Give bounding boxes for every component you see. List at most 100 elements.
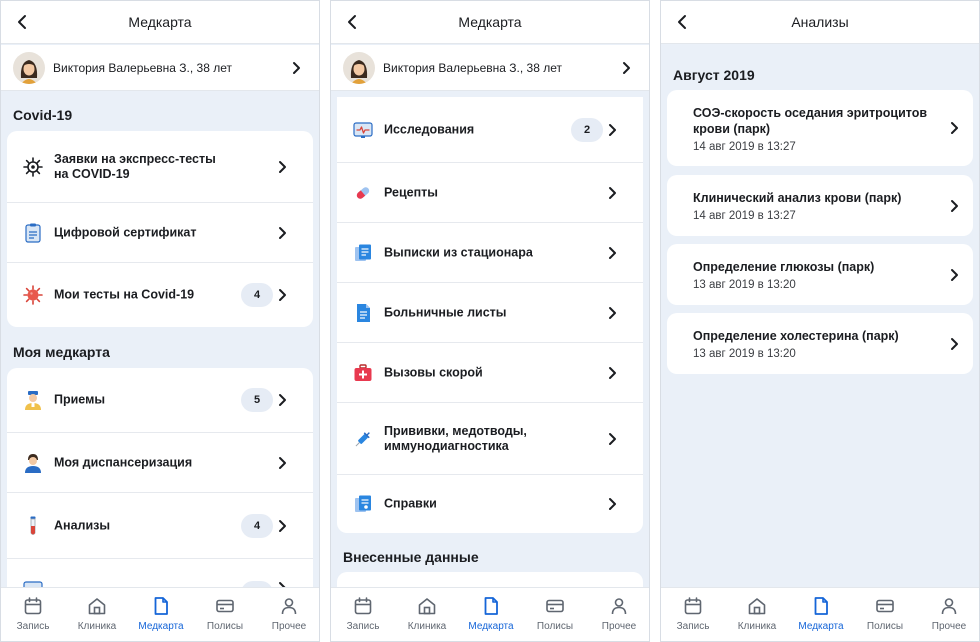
list-item-analyses[interactable]: Анализы 4: [7, 493, 313, 559]
person-icon: [281, 598, 297, 615]
clipboard-icon: [25, 223, 41, 243]
tab-label: Клиника: [407, 621, 447, 632]
tab-label: Запись: [16, 621, 50, 632]
first-aid-icon: [354, 363, 372, 381]
tab-label: Запись: [676, 621, 710, 632]
analysis-date: 14 авг 2019 в 13:27: [693, 141, 796, 153]
chevron-right-icon: [951, 122, 958, 134]
medcard-list-card: Исследования 2 Рецепты Выписки из стацио…: [337, 97, 643, 533]
tab-appointment[interactable]: Запись: [1, 588, 65, 641]
monitor-icon: [353, 121, 373, 138]
analysis-card-cholesterol[interactable]: Определение холестерина (парк) 13 авг 20…: [667, 313, 973, 374]
user-profile-row[interactable]: Виктория Валерьевна З., 38 лет: [1, 45, 319, 91]
list-item-discharge[interactable]: Выписки из стационара: [337, 223, 643, 283]
chevron-right-icon: [279, 160, 286, 173]
tab-policies[interactable]: Полисы: [853, 588, 917, 641]
virus-gear-icon: [23, 156, 43, 177]
screen-medcard-2: Медкарта Виктория Валерьевна З., 38 лет …: [330, 0, 650, 642]
list-item-label: Заявки на экспресс-тесты на COVID-19: [54, 151, 216, 181]
page-title: Медкарта: [128, 14, 192, 30]
list-item-label: Больничные листы: [384, 305, 507, 319]
tab-medcard[interactable]: Медкарта: [459, 588, 523, 641]
list-item-certificates[interactable]: Справки: [337, 475, 643, 533]
top-bar: Медкарта: [331, 1, 649, 44]
tab-other[interactable]: Прочее: [257, 588, 319, 641]
page-title: Анализы: [791, 14, 849, 30]
analysis-card-esr[interactable]: СОЭ-скорость оседания эритроцитов крови …: [667, 90, 973, 166]
analysis-date: 14 авг 2019 в 13:27: [693, 210, 796, 222]
tab-policies[interactable]: Полисы: [193, 588, 257, 641]
analysis-card-blood[interactable]: Клинический анализ крови (парк) 14 авг 2…: [667, 175, 973, 236]
list-item-label: Цифровой сертификат: [54, 225, 197, 239]
chevron-right-icon: [951, 199, 958, 212]
person-icon: [941, 598, 957, 615]
avatar: [343, 52, 375, 84]
chevron-right-icon: [279, 289, 286, 301]
chevron-right-icon: [279, 456, 286, 469]
chevron-right-icon: [279, 519, 286, 532]
list-item-vaccinations[interactable]: Прививки, медотводы, иммунодиагностика: [337, 403, 643, 475]
chevron-right-icon: [609, 306, 616, 319]
tab-bar: Запись Клиника Медкарта Полисы Прочее: [661, 587, 979, 641]
list-item-sick-leave[interactable]: Больничные листы: [337, 283, 643, 343]
list-item-express-tests[interactable]: Заявки на экспресс-тесты на COVID-19: [7, 131, 313, 203]
section-title-my-medcard: Моя медкарта: [13, 344, 110, 360]
tab-medcard[interactable]: Медкарта: [129, 588, 193, 641]
list-item-prescriptions[interactable]: Рецепты: [337, 163, 643, 223]
clinic-icon: [418, 598, 436, 615]
user-profile-row[interactable]: Виктория Валерьевна З., 38 лет: [331, 45, 649, 91]
syringe-icon: [355, 431, 370, 446]
analysis-title: Определение глюкозы (парк): [693, 260, 875, 274]
list-item-my-covid-tests[interactable]: Мои тесты на Covid-19 4: [7, 263, 313, 327]
tab-appointment[interactable]: Запись: [331, 588, 395, 641]
analysis-card-glucose[interactable]: Определение глюкозы (парк) 13 авг 2019 в…: [667, 244, 973, 305]
medcard-icon: [154, 597, 168, 615]
tab-clinic[interactable]: Клиника: [65, 588, 129, 641]
tab-label: Медкарта: [138, 621, 184, 632]
section-title-covid: Covid-19: [13, 107, 73, 123]
avatar: [13, 52, 45, 84]
tab-appointment[interactable]: Запись: [661, 588, 725, 641]
patient-icon: [25, 453, 41, 473]
chevron-right-icon: [609, 186, 616, 199]
tab-label: Прочее: [271, 621, 307, 632]
tab-label: Полисы: [536, 621, 574, 632]
tab-clinic[interactable]: Клиника: [395, 588, 459, 641]
list-item-appointments[interactable]: Приемы 5: [7, 368, 313, 433]
avatar-woman-icon: [350, 60, 368, 84]
chevron-right-icon: [623, 61, 630, 74]
section-title-entered-data: Внесенные данные: [343, 549, 479, 565]
tab-other[interactable]: Прочее: [917, 588, 979, 641]
tab-policies[interactable]: Полисы: [523, 588, 587, 641]
tab-label: Полисы: [206, 621, 244, 632]
chevron-right-icon: [609, 432, 616, 445]
count-badge: 4: [241, 283, 273, 307]
list-item-research[interactable]: Исследования 2: [337, 97, 643, 163]
pill-icon: [356, 186, 370, 199]
tab-label: Прочее: [931, 621, 967, 632]
list-item-label: Мои тесты на Covid-19: [54, 287, 195, 302]
list-item-label: Приемы: [54, 392, 106, 407]
tab-other[interactable]: Прочее: [587, 588, 649, 641]
analysis-date: 13 авг 2019 в 13:20: [693, 348, 796, 360]
list-item-label: Прививки, медотводы, иммунодиагностика: [384, 423, 527, 453]
tab-label: Запись: [346, 621, 380, 632]
clinic-icon: [88, 598, 106, 615]
certificate-icon: [355, 495, 371, 512]
list-item-dispensary[interactable]: Моя диспансеризация: [7, 433, 313, 493]
medcard-card: Приемы 5 Моя диспансеризация Анализы 4: [7, 368, 313, 608]
medcard-icon: [484, 597, 498, 615]
chevron-right-icon: [293, 61, 300, 74]
card-icon: [876, 599, 894, 613]
tab-clinic[interactable]: Клиника: [725, 588, 789, 641]
tab-label: Клиника: [737, 621, 777, 632]
list-item-digital-certificate[interactable]: Цифровой сертификат: [7, 203, 313, 263]
list-item-ambulance[interactable]: Вызовы скорой: [337, 343, 643, 403]
test-tube-icon: [30, 516, 36, 535]
list-item-label: Моя диспансеризация: [54, 455, 193, 469]
medcard-icon: [814, 597, 828, 615]
document-icon: [357, 303, 370, 322]
screen-medcard-1: Медкарта Виктория Валерьевна З., 38 лет …: [0, 0, 320, 642]
calendar-icon: [24, 597, 42, 615]
tab-medcard[interactable]: Медкарта: [789, 588, 853, 641]
